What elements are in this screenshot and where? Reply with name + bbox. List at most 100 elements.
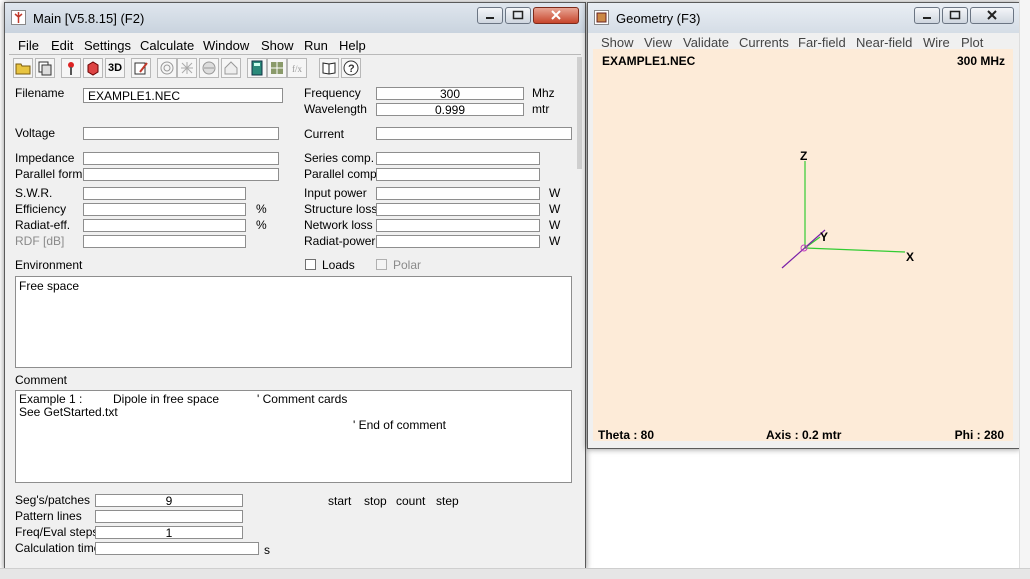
- input-power-field[interactable]: [376, 187, 540, 200]
- menu-file[interactable]: File: [18, 38, 39, 53]
- freq-eval-field[interactable]: 1: [95, 526, 243, 539]
- frequency-label: Frequency: [304, 86, 361, 100]
- parallel-comp-field[interactable]: [376, 168, 540, 181]
- geometry-close-button[interactable]: [970, 7, 1014, 24]
- geometry-3d-view: Z X Y: [781, 149, 914, 269]
- menu-show[interactable]: Show: [261, 38, 294, 53]
- geometry-maximize-button[interactable]: [942, 7, 968, 24]
- svg-text:?: ?: [348, 63, 355, 75]
- filename-label: Filename: [15, 86, 65, 100]
- geometry-canvas[interactable]: EXAMPLE1.NEC 300 MHz Z X Y Theta : 80 Ax…: [593, 49, 1013, 442]
- menu-edit[interactable]: Edit: [51, 38, 73, 53]
- polar-checkbox: [376, 259, 387, 270]
- main-menu-bar: File Edit Settings Calculate Window Show…: [9, 35, 581, 55]
- main-scrollbar[interactable]: [577, 57, 582, 169]
- structure-loss-label: Structure loss: [304, 202, 378, 216]
- geo-menu-validate[interactable]: Validate: [683, 35, 729, 50]
- open-folder-icon[interactable]: [13, 58, 33, 78]
- radiat-eff-field[interactable]: [83, 219, 246, 232]
- geo-theta: Theta : 80: [598, 428, 655, 442]
- parallel-comp-label: Parallel comp.: [304, 167, 381, 181]
- house-icon[interactable]: [221, 58, 241, 78]
- comment-line1-b: Dipole in free space: [113, 392, 220, 406]
- 3d-text-icon[interactable]: 3D: [105, 58, 125, 78]
- geo-menu-wire[interactable]: Wire: [923, 35, 950, 50]
- col-header-count: count: [396, 494, 426, 508]
- maximize-button[interactable]: [505, 7, 531, 24]
- col-header-step: step: [436, 494, 459, 508]
- frequency-field[interactable]: 300: [376, 87, 524, 100]
- 3d-box-icon[interactable]: [83, 58, 103, 78]
- current-field[interactable]: [376, 127, 572, 140]
- antenna-icon[interactable]: [61, 58, 81, 78]
- geo-menu-near-field[interactable]: Near-field: [856, 35, 912, 50]
- geo-menu-currents[interactable]: Currents: [739, 35, 789, 50]
- main-window: Main [V5.8.15] (F2) File Edit Settings C…: [4, 2, 586, 570]
- segs-field[interactable]: 9: [95, 494, 243, 507]
- rdf-field[interactable]: [83, 235, 246, 248]
- geometry-title-bar[interactable]: Geometry (F3): [588, 3, 1020, 33]
- wavelength-field[interactable]: 0.999: [376, 103, 524, 116]
- minimize-button[interactable]: [477, 7, 503, 24]
- series-comp-field[interactable]: [376, 152, 540, 165]
- main-title-bar[interactable]: Main [V5.8.15] (F2): [5, 3, 585, 33]
- radiat-eff-unit: %: [256, 218, 267, 232]
- copy-files-icon[interactable]: [35, 58, 55, 78]
- menu-window[interactable]: Window: [203, 38, 249, 53]
- menu-settings[interactable]: Settings: [84, 38, 131, 53]
- menu-run[interactable]: Run: [304, 38, 328, 53]
- geo-menu-view[interactable]: View: [644, 35, 672, 50]
- efficiency-unit: %: [256, 202, 267, 216]
- radiat-power-unit: W: [549, 234, 561, 248]
- help-icon[interactable]: ?: [341, 58, 361, 78]
- geo-menu-show[interactable]: Show: [601, 35, 634, 50]
- x-axis-line: [804, 247, 906, 253]
- pattern-icon[interactable]: [157, 58, 177, 78]
- environment-box[interactable]: Free space: [15, 276, 572, 368]
- parallel-form-field[interactable]: [83, 168, 279, 181]
- svg-text:f/x: f/x: [292, 64, 302, 74]
- menu-help[interactable]: Help: [339, 38, 366, 53]
- radiat-power-field[interactable]: [376, 235, 540, 248]
- efficiency-field[interactable]: [83, 203, 246, 216]
- input-power-label: Input power: [304, 186, 367, 200]
- geometry-app-icon: [594, 10, 609, 25]
- wavelength-label: Wavelength: [304, 102, 367, 116]
- close-button[interactable]: [533, 7, 579, 24]
- formula-icon[interactable]: f/x: [287, 58, 307, 78]
- menu-calculate[interactable]: Calculate: [140, 38, 194, 53]
- filename-field[interactable]: EXAMPLE1.NEC: [83, 88, 283, 103]
- loads-label: Loads: [322, 258, 355, 272]
- main-window-title: Main [V5.8.15] (F2): [33, 11, 145, 26]
- desktop-edge: [1019, 0, 1030, 578]
- comment-label: Comment: [15, 373, 68, 387]
- swr-field[interactable]: [83, 187, 246, 200]
- impedance-field[interactable]: [83, 152, 279, 165]
- comment-line3: ' End of comment: [353, 418, 446, 432]
- structure-loss-unit: W: [549, 202, 561, 216]
- geometry-minimize-button[interactable]: [914, 7, 940, 24]
- geo-menu-plot[interactable]: Plot: [961, 35, 983, 50]
- z-axis-label: Z: [800, 149, 807, 163]
- col-header-stop: stop: [364, 494, 387, 508]
- near-field-icon[interactable]: [199, 58, 219, 78]
- structure-loss-field[interactable]: [376, 203, 540, 216]
- book-icon[interactable]: [319, 58, 339, 78]
- parallel-form-label: Parallel form: [15, 167, 83, 181]
- col-header-start: start: [328, 494, 352, 508]
- network-loss-field[interactable]: [376, 219, 540, 232]
- impedance-label: Impedance: [15, 151, 75, 165]
- edit-icon[interactable]: [131, 58, 151, 78]
- grid-icon[interactable]: [267, 58, 287, 78]
- geo-menu-far-field[interactable]: Far-field: [798, 35, 846, 50]
- comment-box[interactable]: Example 1 : Dipole in free space ' Comme…: [15, 390, 572, 483]
- calculator-icon[interactable]: [247, 58, 267, 78]
- swr-label: S.W.R.: [15, 186, 53, 200]
- voltage-field[interactable]: [83, 127, 279, 140]
- geometry-window-title: Geometry (F3): [616, 11, 701, 26]
- pattern-lines-field[interactable]: [95, 510, 243, 523]
- far-field-icon[interactable]: [177, 58, 197, 78]
- loads-checkbox[interactable]: [305, 259, 316, 270]
- taskbar-strip: [0, 568, 1030, 579]
- rdf-label: RDF [dB]: [15, 234, 65, 248]
